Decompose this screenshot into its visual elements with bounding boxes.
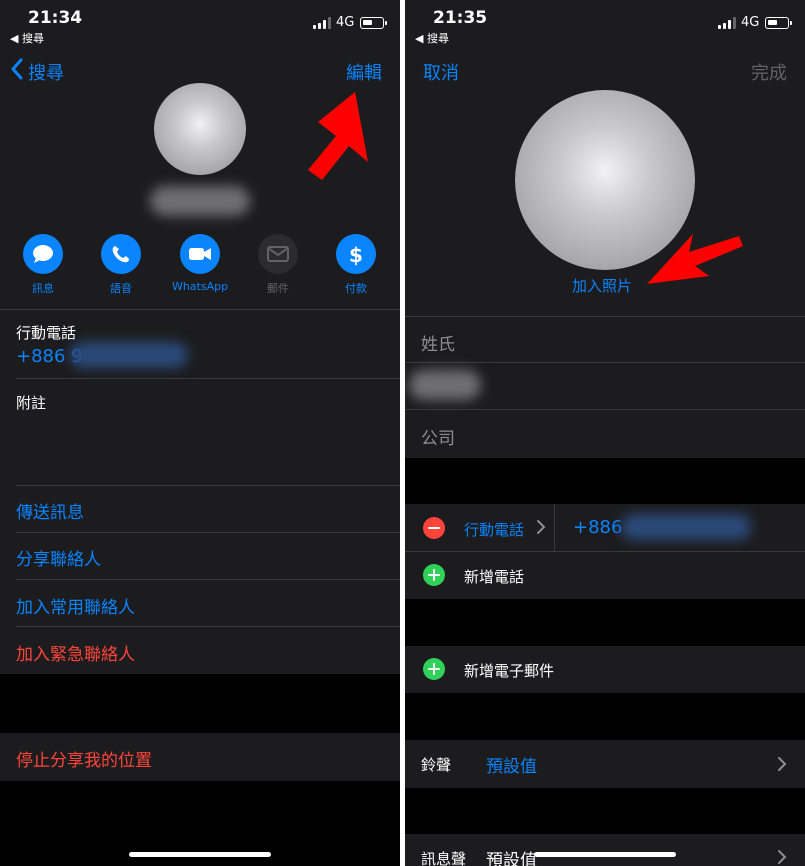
add-emergency-contact-link[interactable]: 加入緊急聯絡人 [16,640,135,665]
phone-icon [112,246,129,263]
add-phone-button[interactable] [423,564,445,586]
mail-action-button [258,234,298,274]
mail-icon [267,246,289,262]
add-email-label[interactable]: 新增電子郵件 [464,660,554,681]
edit-button[interactable]: 編輯 [346,59,382,85]
divider [554,504,555,551]
done-button[interactable]: 完成 [751,59,787,85]
back-button[interactable]: 搜尋 [28,59,64,85]
ringtone-value: 預設值 [486,757,537,777]
divider [405,362,805,363]
back-chevron-icon[interactable] [10,58,24,84]
phone-number-blurred [621,514,751,540]
contact-name-blurred [150,186,250,216]
home-indicator[interactable] [129,852,271,857]
signal-icon [313,17,331,29]
phone-type-label[interactable]: 行動電話 [464,519,524,540]
send-message-link[interactable]: 傳送訊息 [16,498,84,523]
pay-action-label: 付款 [345,282,367,295]
stop-sharing-location-link[interactable]: 停止分享我的位置 [16,746,152,771]
add-phone-label[interactable]: 新增電話 [464,566,524,587]
signal-icon [718,17,736,29]
company-field[interactable]: 公司 [421,424,455,449]
section-gap [0,674,400,733]
add-email-button[interactable] [423,658,445,680]
back-to-app[interactable]: ◀ 搜尋 [10,30,44,46]
call-action-button[interactable] [101,234,141,274]
contact-detail-screen: 21:34 ◀ 搜尋 4G 搜尋 編輯 訊息 語音 WhatsApp 郵件 $ … [0,0,400,866]
contact-avatar [154,83,246,175]
message-action-label: 訊息 [32,282,54,295]
add-photo-button[interactable]: 加入照片 [572,275,632,296]
remove-phone-button[interactable] [423,517,445,539]
annotation-arrow [645,232,745,298]
status-time: 21:35 [433,8,488,28]
divider [405,316,805,317]
ringtone-label: 鈴聲 [421,756,452,774]
divider [0,309,400,310]
divider [405,551,805,552]
phone-number-field[interactable]: +886 [573,517,622,538]
back-to-app[interactable]: ◀ 搜尋 [415,30,449,46]
video-action-button[interactable] [180,234,220,274]
chevron-right-icon[interactable] [536,519,546,539]
dollar-icon: $ [349,243,363,266]
cancel-button[interactable]: 取消 [423,59,459,85]
notes-label: 附註 [16,394,47,412]
last-name-field[interactable]: 姓氏 [421,330,455,355]
battery-icon [765,17,792,29]
ringtone-row[interactable] [405,740,805,788]
chevron-right-icon [777,756,787,776]
annotation-arrow [300,88,370,188]
video-icon [189,248,211,260]
video-action-label: WhatsApp [171,280,229,293]
svg-text:$: $ [349,243,363,266]
divider [16,485,400,486]
divider [16,532,400,533]
network-type: 4G [336,15,355,30]
contact-edit-screen: 21:35 ◀ 搜尋 4G 取消 完成 加入照片 姓氏 公司 行動電話 +886… [405,0,805,866]
message-action-button[interactable] [23,234,63,274]
mail-action-label: 郵件 [267,282,289,295]
battery-icon [360,17,387,29]
divider [16,378,400,379]
first-name-field-blurred[interactable] [409,370,481,400]
add-favorites-link[interactable]: 加入常用聯絡人 [16,593,135,618]
status-time: 21:34 [28,8,83,28]
network-type: 4G [741,15,760,30]
pay-action-button[interactable]: $ [336,234,376,274]
share-contact-link[interactable]: 分享聯絡人 [16,545,101,570]
text-tone-label: 訊息聲 [421,850,467,866]
divider [405,409,805,410]
phone-label: 行動電話 [16,324,77,342]
phone-number-blurred [70,342,188,368]
chevron-right-icon [777,849,787,866]
divider [16,626,400,627]
message-icon [33,245,53,263]
call-action-label: 語音 [110,282,132,295]
text-tone-value: 預設值 [486,851,537,866]
home-indicator[interactable] [534,852,676,857]
divider [16,579,400,580]
